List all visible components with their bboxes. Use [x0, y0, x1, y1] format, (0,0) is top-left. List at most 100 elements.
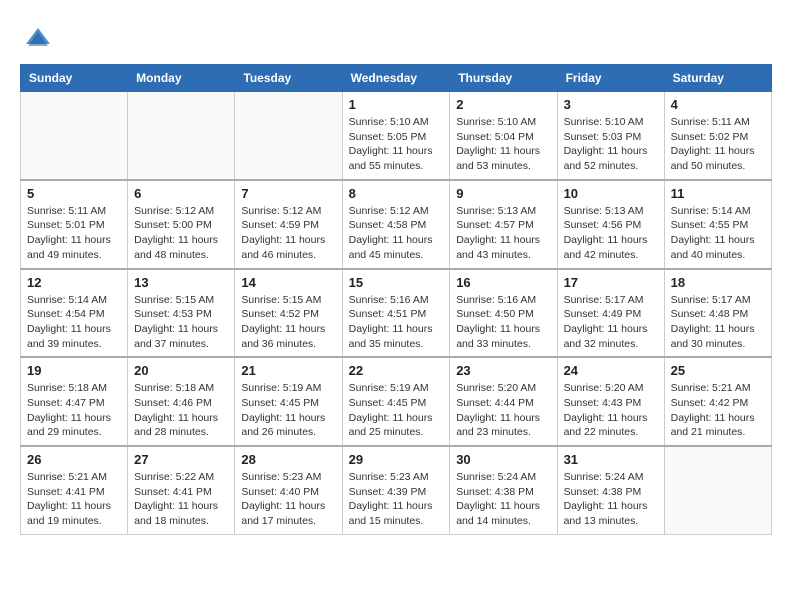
weekday-header: Wednesday [342, 65, 450, 92]
weekday-header: Tuesday [235, 65, 342, 92]
day-info: Sunrise: 5:21 AM Sunset: 4:42 PM Dayligh… [671, 381, 765, 440]
calendar-cell: 22 Sunrise: 5:19 AM Sunset: 4:45 PM Dayli… [342, 357, 450, 446]
day-number: 22 [349, 363, 444, 378]
calendar-header-row: SundayMondayTuesdayWednesdayThursdayFrid… [21, 65, 772, 92]
calendar-table: SundayMondayTuesdayWednesdayThursdayFrid… [20, 64, 772, 535]
day-number: 4 [671, 97, 765, 112]
calendar-cell: 21 Sunrise: 5:19 AM Sunset: 4:45 PM Dayli… [235, 357, 342, 446]
weekday-header: Sunday [21, 65, 128, 92]
day-info: Sunrise: 5:10 AM Sunset: 5:05 PM Dayligh… [349, 115, 444, 174]
calendar-cell: 3 Sunrise: 5:10 AM Sunset: 5:03 PM Daylig… [557, 92, 664, 180]
day-info: Sunrise: 5:14 AM Sunset: 4:55 PM Dayligh… [671, 204, 765, 263]
day-info: Sunrise: 5:12 AM Sunset: 4:59 PM Dayligh… [241, 204, 335, 263]
day-number: 16 [456, 275, 550, 290]
calendar-cell: 4 Sunrise: 5:11 AM Sunset: 5:02 PM Daylig… [664, 92, 771, 180]
day-info: Sunrise: 5:14 AM Sunset: 4:54 PM Dayligh… [27, 293, 121, 352]
day-info: Sunrise: 5:23 AM Sunset: 4:40 PM Dayligh… [241, 470, 335, 529]
day-info: Sunrise: 5:11 AM Sunset: 5:01 PM Dayligh… [27, 204, 121, 263]
calendar-week-row: 19 Sunrise: 5:18 AM Sunset: 4:47 PM Dayli… [21, 357, 772, 446]
day-number: 11 [671, 186, 765, 201]
day-info: Sunrise: 5:21 AM Sunset: 4:41 PM Dayligh… [27, 470, 121, 529]
calendar-cell: 19 Sunrise: 5:18 AM Sunset: 4:47 PM Dayli… [21, 357, 128, 446]
weekday-header: Thursday [450, 65, 557, 92]
day-info: Sunrise: 5:17 AM Sunset: 4:49 PM Dayligh… [564, 293, 658, 352]
logo-icon [24, 24, 52, 52]
weekday-header: Saturday [664, 65, 771, 92]
day-info: Sunrise: 5:12 AM Sunset: 4:58 PM Dayligh… [349, 204, 444, 263]
day-info: Sunrise: 5:19 AM Sunset: 4:45 PM Dayligh… [241, 381, 335, 440]
calendar-cell: 6 Sunrise: 5:12 AM Sunset: 5:00 PM Daylig… [128, 180, 235, 269]
day-info: Sunrise: 5:19 AM Sunset: 4:45 PM Dayligh… [349, 381, 444, 440]
day-number: 26 [27, 452, 121, 467]
calendar-cell: 29 Sunrise: 5:23 AM Sunset: 4:39 PM Dayli… [342, 446, 450, 534]
day-number: 23 [456, 363, 550, 378]
calendar-cell: 30Sunrise: 5:24 AM Sunset: 4:38 PM Dayli… [450, 446, 557, 534]
calendar-cell [664, 446, 771, 534]
day-number: 25 [671, 363, 765, 378]
day-number: 15 [349, 275, 444, 290]
calendar-cell [235, 92, 342, 180]
day-info: Sunrise: 5:11 AM Sunset: 5:02 PM Dayligh… [671, 115, 765, 174]
day-info: Sunrise: 5:15 AM Sunset: 4:53 PM Dayligh… [134, 293, 228, 352]
calendar-cell: 16 Sunrise: 5:16 AM Sunset: 4:50 PM Dayli… [450, 269, 557, 358]
day-number: 18 [671, 275, 765, 290]
day-number: 8 [349, 186, 444, 201]
day-number: 19 [27, 363, 121, 378]
calendar-cell: 8 Sunrise: 5:12 AM Sunset: 4:58 PM Daylig… [342, 180, 450, 269]
day-info: Sunrise: 5:13 AM Sunset: 4:57 PM Dayligh… [456, 204, 550, 263]
day-number: 12 [27, 275, 121, 290]
calendar-cell: 18 Sunrise: 5:17 AM Sunset: 4:48 PM Dayli… [664, 269, 771, 358]
day-info: Sunrise: 5:18 AM Sunset: 4:47 PM Dayligh… [27, 381, 121, 440]
day-info: Sunrise: 5:23 AM Sunset: 4:39 PM Dayligh… [349, 470, 444, 529]
calendar-cell: 2 Sunrise: 5:10 AM Sunset: 5:04 PM Daylig… [450, 92, 557, 180]
calendar-week-row: 5Sunrise: 5:11 AM Sunset: 5:01 PM Daylig… [21, 180, 772, 269]
day-number: 3 [564, 97, 658, 112]
calendar-cell: 17 Sunrise: 5:17 AM Sunset: 4:49 PM Dayli… [557, 269, 664, 358]
day-number: 20 [134, 363, 228, 378]
day-info: Sunrise: 5:10 AM Sunset: 5:04 PM Dayligh… [456, 115, 550, 174]
calendar-cell: 5Sunrise: 5:11 AM Sunset: 5:01 PM Daylig… [21, 180, 128, 269]
day-info: Sunrise: 5:17 AM Sunset: 4:48 PM Dayligh… [671, 293, 765, 352]
calendar-cell: 15 Sunrise: 5:16 AM Sunset: 4:51 PM Dayli… [342, 269, 450, 358]
day-info: Sunrise: 5:12 AM Sunset: 5:00 PM Dayligh… [134, 204, 228, 263]
day-number: 30 [456, 452, 550, 467]
calendar-cell: 24Sunrise: 5:20 AM Sunset: 4:43 PM Dayli… [557, 357, 664, 446]
logo [20, 24, 52, 52]
day-info: Sunrise: 5:20 AM Sunset: 4:43 PM Dayligh… [564, 381, 658, 440]
calendar-cell: 27Sunrise: 5:22 AM Sunset: 4:41 PM Dayli… [128, 446, 235, 534]
day-info: Sunrise: 5:15 AM Sunset: 4:52 PM Dayligh… [241, 293, 335, 352]
day-info: Sunrise: 5:20 AM Sunset: 4:44 PM Dayligh… [456, 381, 550, 440]
calendar-cell: 20 Sunrise: 5:18 AM Sunset: 4:46 PM Dayli… [128, 357, 235, 446]
day-number: 14 [241, 275, 335, 290]
calendar-cell: 14 Sunrise: 5:15 AM Sunset: 4:52 PM Dayli… [235, 269, 342, 358]
calendar-cell: 25 Sunrise: 5:21 AM Sunset: 4:42 PM Dayli… [664, 357, 771, 446]
calendar-cell: 11 Sunrise: 5:14 AM Sunset: 4:55 PM Dayli… [664, 180, 771, 269]
day-number: 29 [349, 452, 444, 467]
calendar-cell: 10Sunrise: 5:13 AM Sunset: 4:56 PM Dayli… [557, 180, 664, 269]
day-number: 17 [564, 275, 658, 290]
day-info: Sunrise: 5:16 AM Sunset: 4:50 PM Dayligh… [456, 293, 550, 352]
weekday-header: Friday [557, 65, 664, 92]
day-number: 7 [241, 186, 335, 201]
calendar-week-row: 12 Sunrise: 5:14 AM Sunset: 4:54 PM Dayli… [21, 269, 772, 358]
day-number: 21 [241, 363, 335, 378]
calendar-cell: 31 Sunrise: 5:24 AM Sunset: 4:38 PM Dayli… [557, 446, 664, 534]
calendar-cell: 12 Sunrise: 5:14 AM Sunset: 4:54 PM Dayli… [21, 269, 128, 358]
calendar-cell: 1 Sunrise: 5:10 AM Sunset: 5:05 PM Daylig… [342, 92, 450, 180]
calendar-cell: 28Sunrise: 5:23 AM Sunset: 4:40 PM Dayli… [235, 446, 342, 534]
calendar-cell [21, 92, 128, 180]
calendar-cell [128, 92, 235, 180]
day-info: Sunrise: 5:10 AM Sunset: 5:03 PM Dayligh… [564, 115, 658, 174]
day-info: Sunrise: 5:24 AM Sunset: 4:38 PM Dayligh… [564, 470, 658, 529]
day-number: 1 [349, 97, 444, 112]
day-info: Sunrise: 5:18 AM Sunset: 4:46 PM Dayligh… [134, 381, 228, 440]
day-number: 2 [456, 97, 550, 112]
day-info: Sunrise: 5:22 AM Sunset: 4:41 PM Dayligh… [134, 470, 228, 529]
day-number: 6 [134, 186, 228, 201]
weekday-header: Monday [128, 65, 235, 92]
calendar-cell: 7 Sunrise: 5:12 AM Sunset: 4:59 PM Daylig… [235, 180, 342, 269]
day-number: 31 [564, 452, 658, 467]
calendar-cell: 26 Sunrise: 5:21 AM Sunset: 4:41 PM Dayli… [21, 446, 128, 534]
day-info: Sunrise: 5:16 AM Sunset: 4:51 PM Dayligh… [349, 293, 444, 352]
day-number: 9 [456, 186, 550, 201]
